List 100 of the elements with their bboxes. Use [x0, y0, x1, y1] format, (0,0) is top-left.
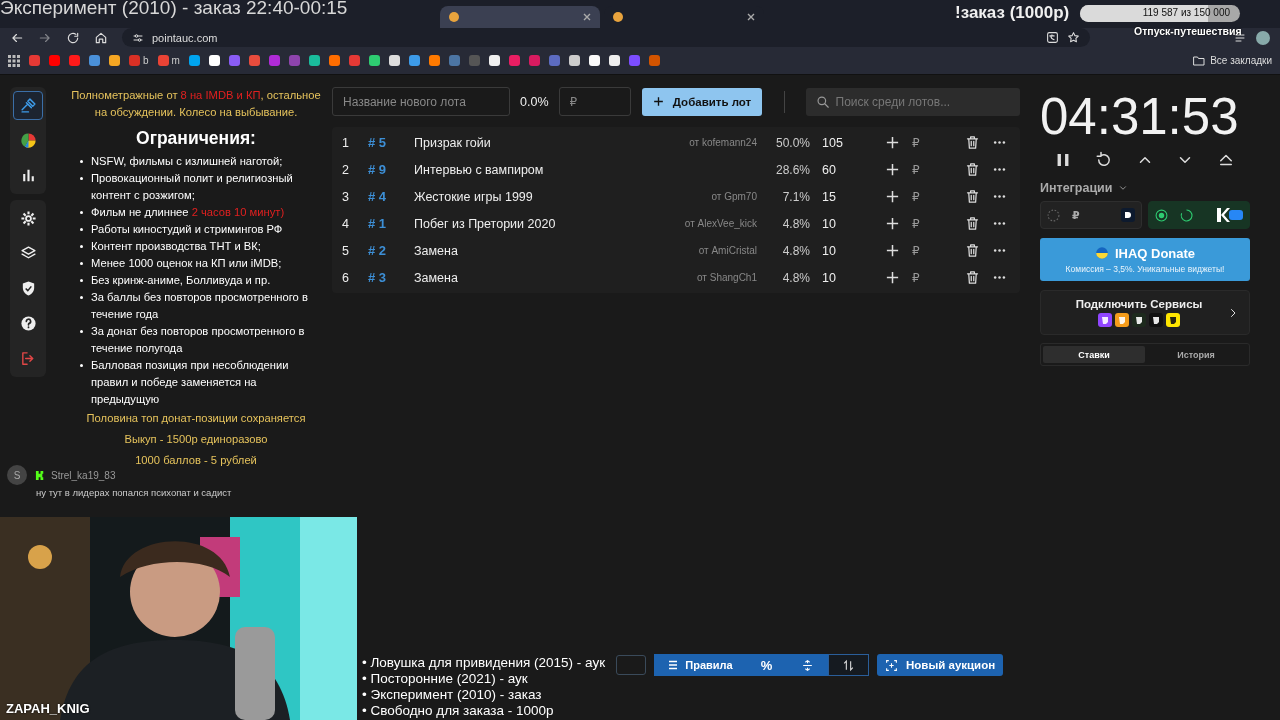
restart-icon[interactable] [1094, 151, 1113, 169]
percent-toggle[interactable]: % [746, 654, 787, 676]
plus-icon[interactable] [885, 243, 900, 258]
lot-name-field[interactable]: Название нового лота [332, 87, 510, 116]
bullet-icon [80, 279, 83, 282]
plus-icon[interactable] [885, 189, 900, 204]
plus-icon[interactable] [885, 162, 900, 177]
address-field[interactable]: pointauc.com [122, 28, 1090, 47]
lot-name: Замена [414, 270, 459, 285]
radio-on-icon[interactable] [1155, 208, 1168, 222]
trash-icon[interactable] [965, 162, 980, 177]
integrations-toggle[interactable]: Интеграции [1040, 181, 1250, 195]
lot-amount: 60 [821, 162, 837, 177]
gavel-icon [19, 97, 37, 114]
plus-icon[interactable] [885, 135, 900, 150]
bullet-icon [80, 296, 83, 299]
trash-icon[interactable] [965, 216, 980, 231]
site-info-icon[interactable] [132, 31, 144, 44]
plus-icon[interactable] [885, 270, 900, 285]
rule-text: За баллы без повторов просмотренного в течение года [91, 290, 309, 322]
lot-author: от kofemann24 [689, 137, 757, 148]
divide-icon [801, 658, 814, 672]
new-auction-button[interactable]: Новый аукцион [877, 654, 1004, 676]
trash-icon[interactable] [965, 189, 980, 204]
radio-off-icon[interactable] [1047, 208, 1060, 222]
lot-amount: 15 [821, 189, 837, 204]
bookmark-label[interactable]: m [171, 55, 180, 66]
all-bookmarks-link[interactable]: Все закладки [1210, 55, 1272, 66]
plus-icon [651, 95, 665, 108]
trash-icon[interactable] [965, 135, 980, 150]
apps-icon[interactable] [8, 54, 20, 67]
rules-button[interactable]: Правила [654, 654, 746, 676]
currency-button[interactable]: ₽ [912, 162, 920, 177]
currency-button[interactable]: ₽ [912, 189, 920, 204]
chat-message: ну тут в лидерах попался психопат и садист [36, 487, 232, 498]
kick-badge-icon [35, 469, 46, 481]
queue-line: • Эксперимент (2010) - заказ [362, 687, 543, 703]
currency-button[interactable]: ₽ [912, 216, 920, 231]
folder-icon[interactable] [1193, 55, 1206, 66]
bookmark-icon[interactable] [388, 55, 400, 66]
integration-card[interactable]: ₽ [1040, 201, 1142, 229]
plus-icon[interactable] [885, 216, 900, 231]
rules-heading: Ограничения: [135, 127, 257, 149]
lot-id: # 4 [368, 189, 388, 204]
rule-text: За донат без повторов просмотренного в течение полугода [91, 324, 306, 356]
bullet-icon [80, 330, 83, 333]
rank-number: 6 [342, 270, 350, 285]
tab[interactable]: Ставки [1043, 346, 1145, 363]
help-icon [19, 315, 37, 332]
rule-text: Провокационный полит и религиозный контент с розжигом; [91, 171, 294, 203]
lot-amount: 105 [821, 135, 844, 150]
rank-number: 1 [342, 135, 350, 150]
stream-title: Эксперимент (2010) - заказ 22:40-00:15 [0, 0, 348, 19]
lot-author: от ShangCh1 [697, 272, 757, 283]
split-toggle[interactable] [787, 654, 828, 676]
queue-line: • Ловушка для привидения (2015) - аук [362, 655, 606, 671]
translate-icon[interactable] [1046, 31, 1059, 44]
star-icon[interactable] [1067, 31, 1080, 44]
lot-percent: 50.0% [774, 135, 810, 150]
bookmark-icon[interactable] [608, 55, 620, 66]
bookmark-icon[interactable] [308, 55, 320, 66]
search-field[interactable]: Поиск среди лотов... [805, 87, 1020, 116]
currency-button[interactable]: ₽ [912, 135, 920, 150]
chat-username: Strel_ka19_83 [51, 469, 116, 481]
bookmark-label[interactable]: b [143, 55, 149, 66]
bookmark-icon[interactable] [368, 55, 380, 66]
bookmark-icon[interactable] [588, 55, 600, 66]
trash-icon[interactable] [965, 270, 980, 285]
streamer-name: ZAPAH_KNIG [6, 701, 90, 716]
avatar-icon[interactable] [1256, 30, 1270, 45]
timer-display: 04:31:53 [1040, 87, 1240, 147]
rules-note: Выкуп - 1500р единоразово [123, 432, 269, 447]
lot-percent: 4.8% [781, 216, 810, 231]
currency-button[interactable]: ₽ [912, 270, 920, 285]
card-title: Подключить Сервисы [1075, 298, 1203, 310]
bookmark-icon[interactable] [208, 55, 220, 66]
browser-tab[interactable] [440, 6, 600, 28]
banner-title: IHAQ Donate [1114, 245, 1196, 261]
bookmark-icon[interactable] [568, 55, 580, 66]
currency-button[interactable]: ₽ [912, 243, 920, 258]
close-icon[interactable] [582, 12, 592, 22]
sort-toggle[interactable] [828, 654, 869, 676]
close-icon[interactable] [746, 12, 756, 22]
sort-icon [842, 658, 855, 672]
search-icon [815, 94, 830, 109]
lot-percent: 28.6% [774, 162, 810, 177]
reload-icon[interactable] [66, 30, 80, 45]
bookmark-icon[interactable] [109, 55, 120, 66]
connect-services-card[interactable]: Подключить Сервисы [1040, 290, 1250, 335]
goal-caption: Отпуск-путешествия [1134, 25, 1242, 37]
lot-author: от Gpm70 [711, 191, 757, 202]
service-logo-icon [1121, 208, 1135, 222]
home-icon[interactable] [94, 30, 108, 45]
tab[interactable]: История [1145, 346, 1247, 363]
bullet-icon [80, 364, 83, 367]
integration-card[interactable] [1148, 201, 1250, 229]
bookmark-icon[interactable] [488, 55, 500, 66]
add-lot-button[interactable]: Добавить лот [641, 87, 762, 116]
amount-field[interactable]: ₽ [558, 87, 631, 116]
trash-icon[interactable] [965, 243, 980, 258]
